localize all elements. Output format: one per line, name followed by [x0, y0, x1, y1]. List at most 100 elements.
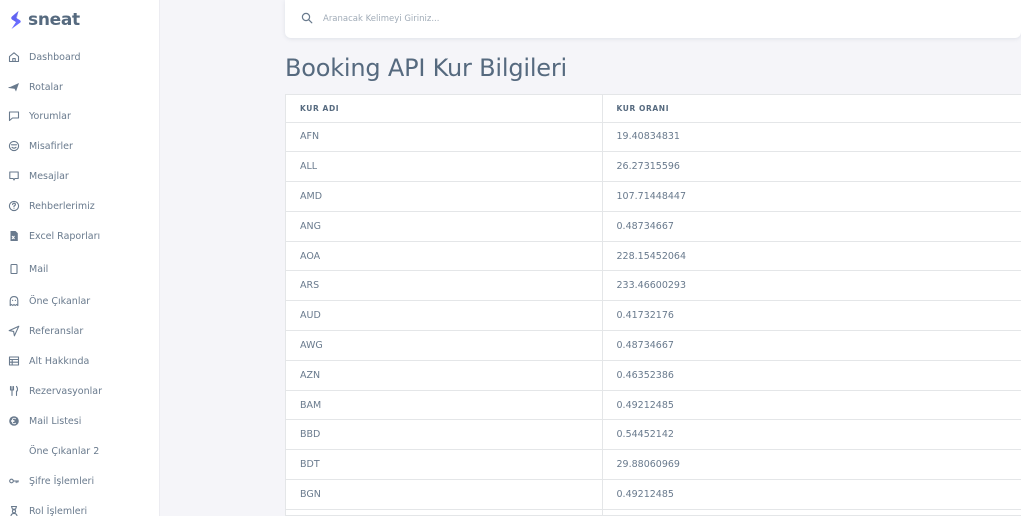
exchange-rate-cell: [602, 509, 1021, 515]
home-icon: [8, 51, 20, 63]
table-row[interactable]: BGN 0.49212485: [286, 479, 1021, 510]
sidebar-item-label: Mesajlar: [29, 170, 69, 182]
smile-icon: [8, 140, 20, 152]
table-row[interactable]: BAM 0.49212485: [286, 390, 1021, 421]
mobile-icon: [8, 263, 20, 275]
sidebar-item-label: Yorumlar: [29, 110, 71, 122]
currency-code-cell: BGN: [286, 479, 603, 510]
exchange-rate-cell: 0.48734667: [602, 330, 1021, 361]
column-header-rate: KUR ORANI: [602, 95, 1021, 123]
currency-code-cell: AUD: [286, 300, 603, 332]
table-row[interactable]: AZN 0.46352386: [286, 360, 1021, 391]
currency-code-cell: BAM: [286, 390, 603, 421]
table-row[interactable]: ANG 0.48734667: [286, 211, 1021, 242]
excel-file-icon: [8, 230, 20, 242]
sidebar-item-label: Rotalar: [29, 81, 63, 93]
sidebar-item-label: Öne Çıkanlar 2: [29, 445, 100, 457]
brand-logo[interactable]: sneat: [9, 9, 80, 31]
sidebar-item-1[interactable]: Rotalar: [8, 74, 153, 100]
search-input[interactable]: [323, 9, 923, 29]
table-row: [286, 509, 1021, 515]
exchange-rate-cell: 0.41732176: [602, 300, 1021, 332]
user-badge-icon: [8, 505, 20, 516]
search-icon: [301, 12, 313, 24]
message-icon: [8, 170, 20, 182]
exchange-rate-cell: 233.46600293: [602, 270, 1021, 302]
euro-icon: [8, 415, 20, 427]
table-row[interactable]: ALL 26.27315596: [286, 151, 1021, 183]
sidebar-item-label: Rol İşlemleri: [29, 505, 88, 516]
currency-code-cell: AFN: [286, 122, 603, 153]
currency-code-cell: ALL: [286, 151, 603, 183]
column-header-currency: KUR ADI: [286, 95, 603, 123]
sidebar-item-label: Öne Çıkanlar: [29, 295, 91, 307]
plane-icon: [8, 81, 20, 93]
send-icon: [8, 325, 20, 337]
exchange-rate-cell: 0.49212485: [602, 390, 1021, 421]
table-body: AFN 19.40834831 ALL 26.27315596 AMD 107.71448…: [286, 122, 1021, 515]
question-icon: [8, 200, 20, 212]
sidebar-item-label: Referanslar: [29, 325, 84, 337]
sidebar-item-label: Rezervasyonlar: [29, 385, 102, 397]
currency-code-cell: [286, 509, 603, 515]
exchange-rate-cell: 228.15452064: [602, 241, 1021, 272]
search-bar: [285, 0, 1021, 38]
sidebar-item-10[interactable]: Alt Hakkında: [8, 348, 153, 374]
table-row[interactable]: BBD 0.54452142: [286, 419, 1021, 451]
key-icon: [8, 475, 20, 487]
sidebar-item-6[interactable]: Excel Raporları: [8, 223, 153, 249]
sidebar-item-7[interactable]: Mail: [8, 256, 153, 282]
sidebar-item-label: Dashboard: [29, 51, 81, 63]
sidebar-item-9[interactable]: Referanslar: [8, 318, 153, 344]
exchange-rate-cell: 26.27315596: [602, 151, 1021, 183]
sidebar-item-13[interactable]: Öne Çıkanlar 2: [8, 438, 153, 464]
exchange-rate-cell: 0.48734667: [602, 211, 1021, 242]
sidebar-item-11[interactable]: Rezervasyonlar: [8, 378, 153, 404]
exchange-rate-cell: 0.54452142: [602, 419, 1021, 451]
exchange-rate-table: KUR ADI KUR ORANI AFN 19.40834831 ALL 26.27…: [285, 94, 1021, 516]
exchange-rate-cell: 107.71448447: [602, 181, 1021, 212]
table-row[interactable]: AMD 107.71448447: [286, 181, 1021, 212]
sidebar-item-label: Alt Hakkında: [29, 355, 90, 367]
currency-code-cell: ARS: [286, 270, 603, 302]
table-row[interactable]: AUD 0.41732176: [286, 300, 1021, 332]
sidebar-item-label: Mail Listesi: [29, 415, 82, 427]
sidebar-item-15[interactable]: Rol İşlemleri: [8, 498, 153, 516]
sidebar-item-12[interactable]: Mail Listesi: [8, 408, 153, 434]
sidebar-item-label: Şifre İşlemleri: [29, 475, 95, 487]
comment-icon: [8, 110, 20, 122]
sidebar-item-14[interactable]: Şifre İşlemleri: [8, 468, 153, 494]
currency-code-cell: AMD: [286, 181, 603, 212]
sidebar-item-2[interactable]: Yorumlar: [8, 103, 153, 129]
table-row[interactable]: ARS 233.46600293: [286, 270, 1021, 302]
sidebar-item-0[interactable]: Dashboard: [8, 44, 153, 70]
layout-icon: [8, 355, 20, 367]
table-row[interactable]: AFN 19.40834831: [286, 122, 1021, 153]
brand-name: sneat: [28, 10, 80, 30]
table-header-row: KUR ADI KUR ORANI: [286, 95, 1021, 123]
sidebar-item-3[interactable]: Misafirler: [8, 133, 153, 159]
sidebar-item-8[interactable]: Öne Çıkanlar: [8, 288, 153, 314]
currency-code-cell: AZN: [286, 360, 603, 391]
sidebar-item-label: Rehberlerimiz: [29, 200, 95, 212]
ghost-icon: [8, 295, 20, 307]
currency-code-cell: ANG: [286, 211, 603, 242]
sidebar-item-4[interactable]: Mesajlar: [8, 163, 153, 189]
sidebar-item-label: Excel Raporları: [29, 230, 101, 242]
exchange-rate-cell: 0.49212485: [602, 479, 1021, 510]
sidebar: sneat Dashboard Rotalar Yorumlar Misafirler…: [0, 0, 160, 516]
currency-code-cell: BDT: [286, 449, 603, 481]
page-title: Booking API Kur Bilgileri: [285, 54, 567, 82]
currency-code-cell: AWG: [286, 330, 603, 361]
sidebar-item-5[interactable]: Rehberlerimiz: [8, 193, 153, 219]
restaurant-icon: [8, 385, 20, 397]
sidebar-item-label: Mail: [29, 263, 49, 275]
table-row[interactable]: AWG 0.48734667: [286, 330, 1021, 361]
table-row[interactable]: AOA 228.15452064: [286, 241, 1021, 272]
exchange-rate-cell: 19.40834831: [602, 122, 1021, 153]
currency-code-cell: AOA: [286, 241, 603, 272]
sneat-logo-icon: [11, 11, 21, 29]
exchange-rate-cell: 0.46352386: [602, 360, 1021, 391]
table-row[interactable]: BDT 29.88060969: [286, 449, 1021, 481]
currency-code-cell: BBD: [286, 419, 603, 451]
